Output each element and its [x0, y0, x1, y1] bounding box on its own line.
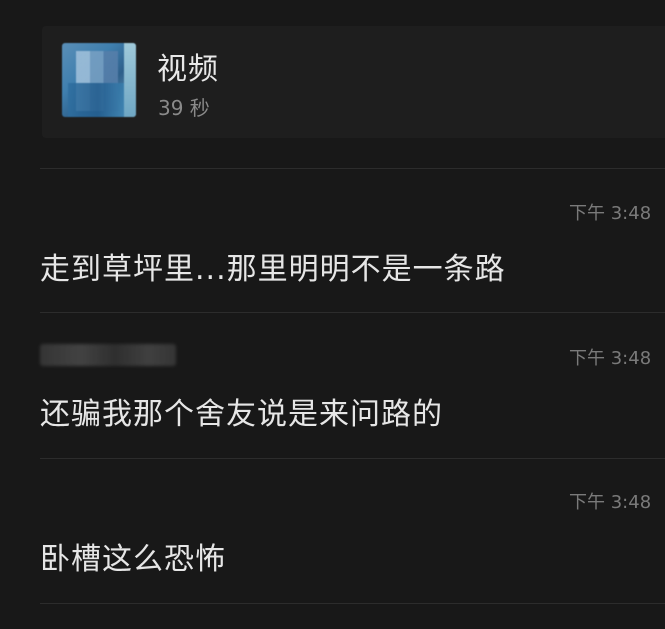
video-thumbnail[interactable] [62, 43, 136, 117]
blurred-sender-name [40, 344, 176, 366]
video-title: 视频 [157, 52, 219, 87]
video-message-card[interactable]: 视频 39 秒 [42, 26, 665, 138]
message-time: 下午 3:48 [569, 348, 652, 369]
thumbnail-edge [124, 43, 136, 117]
message-divider [40, 603, 665, 604]
chat-screen: 视频 39 秒 下午 3:48 走到草坪里...那里明明不是一条路 下午 3:4… [0, 0, 665, 629]
message-divider [40, 312, 665, 313]
message-time: 下午 3:48 [569, 203, 652, 224]
message-divider [40, 168, 665, 169]
message-divider [40, 458, 665, 459]
message-text: 卧槽这么恐怖 [40, 542, 226, 577]
thumbnail-mosaic-lower [68, 83, 128, 117]
message-text: 走到草坪里...那里明明不是一条路 [40, 252, 506, 287]
message-time: 下午 3:48 [569, 492, 652, 513]
video-duration: 39 秒 [158, 96, 210, 120]
message-text: 还骗我那个舍友说是来问路的 [40, 397, 443, 432]
